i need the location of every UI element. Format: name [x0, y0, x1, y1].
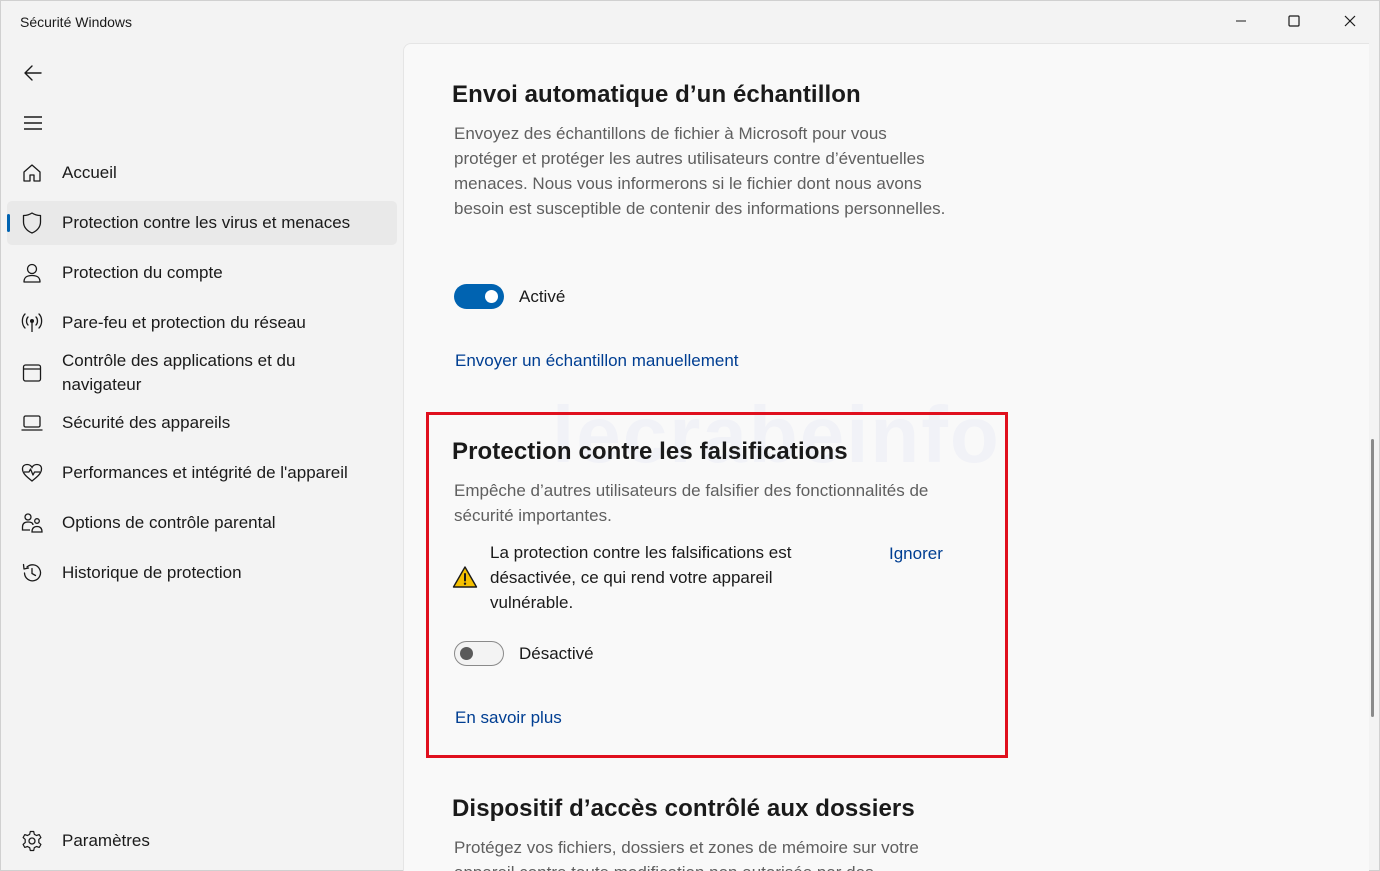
minimize-icon — [1236, 20, 1246, 22]
sample-section-title: Envoi automatique d’un échantillon — [452, 81, 861, 108]
title-bar: Sécurité Windows — [1, 1, 1380, 43]
sidebar-item-family-options[interactable]: Options de contrôle parental — [7, 501, 397, 545]
folder-access-description: Protégez vos fichiers, dossiers et zones… — [454, 838, 919, 871]
app-window: Sécurité Windows Accueil Protection cont… — [0, 0, 1380, 871]
scrollbar[interactable] — [1371, 439, 1374, 717]
sidebar-item-device-security[interactable]: Sécurité des appareils — [7, 401, 397, 445]
back-arrow-icon — [24, 65, 42, 81]
main-content: lecrabeinfo Envoi automatique d’un échan… — [403, 43, 1369, 871]
shield-icon — [20, 211, 44, 235]
sidebar-item-label: Sécurité des appareils — [62, 413, 231, 432]
back-button[interactable] — [15, 55, 51, 91]
sidebar-item-protection-history[interactable]: Historique de protection — [7, 551, 397, 595]
sidebar-item-label: Options de contrôle parental — [62, 513, 276, 532]
sidebar-item-account-protection[interactable]: Protection du compte — [7, 251, 397, 295]
sidebar-item-accueil[interactable]: Accueil — [7, 151, 397, 195]
family-icon — [20, 511, 44, 535]
folder-access-section-title: Dispositif d’accès contrôlé aux dossiers — [452, 795, 915, 822]
highlight-box — [426, 412, 1008, 758]
sidebar-item-label: Protection contre les virus et menaces — [62, 213, 351, 232]
sample-toggle[interactable] — [454, 284, 504, 309]
settings-label: Paramètres — [62, 831, 150, 850]
window-title: Sécurité Windows — [20, 14, 133, 30]
hamburger-icon — [24, 116, 42, 130]
manual-sample-link[interactable]: Envoyer un échantillon manuellement — [455, 351, 739, 371]
sample-toggle-label: Activé — [519, 287, 566, 306]
sidebar-item-app-browser-control[interactable]: Contrôle des applications et du navigate… — [7, 345, 397, 401]
wifi-antenna-icon — [20, 311, 44, 335]
sidebar-item-label: Protection du compte — [62, 263, 223, 282]
close-icon — [1344, 15, 1356, 27]
heart-pulse-icon — [20, 461, 44, 485]
laptop-icon — [20, 411, 44, 435]
sidebar: Accueil Protection contre les virus et m… — [1, 43, 403, 871]
browser-window-icon — [20, 361, 44, 385]
sidebar-item-virus-protection[interactable]: Protection contre les virus et menaces — [7, 201, 397, 245]
home-icon — [20, 161, 44, 185]
sidebar-item-firewall[interactable]: Pare-feu et protection du réseau — [7, 301, 397, 345]
sample-description: Envoyez des échantillons de fichier à Mi… — [454, 124, 946, 218]
close-button[interactable] — [1322, 1, 1378, 41]
person-icon — [20, 261, 44, 285]
active-indicator — [7, 214, 10, 232]
hamburger-menu-button[interactable] — [15, 105, 51, 141]
maximize-button[interactable] — [1266, 1, 1322, 41]
history-icon — [20, 561, 44, 585]
maximize-icon — [1288, 15, 1300, 27]
minimize-button[interactable] — [1213, 1, 1269, 41]
gear-icon — [20, 829, 44, 853]
sidebar-item-label: Historique de protection — [62, 563, 242, 582]
sidebar-item-label: Pare-feu et protection du réseau — [62, 313, 306, 332]
sidebar-item-label: Performances et intégrité de l'appareil — [62, 463, 348, 482]
sidebar-item-label: Accueil — [62, 163, 117, 182]
sidebar-item-label: Contrôle des applications et du navigate… — [62, 351, 296, 394]
sidebar-item-device-performance[interactable]: Performances et intégrité de l'appareil — [7, 451, 397, 495]
sidebar-item-settings[interactable]: Paramètres — [7, 819, 397, 863]
